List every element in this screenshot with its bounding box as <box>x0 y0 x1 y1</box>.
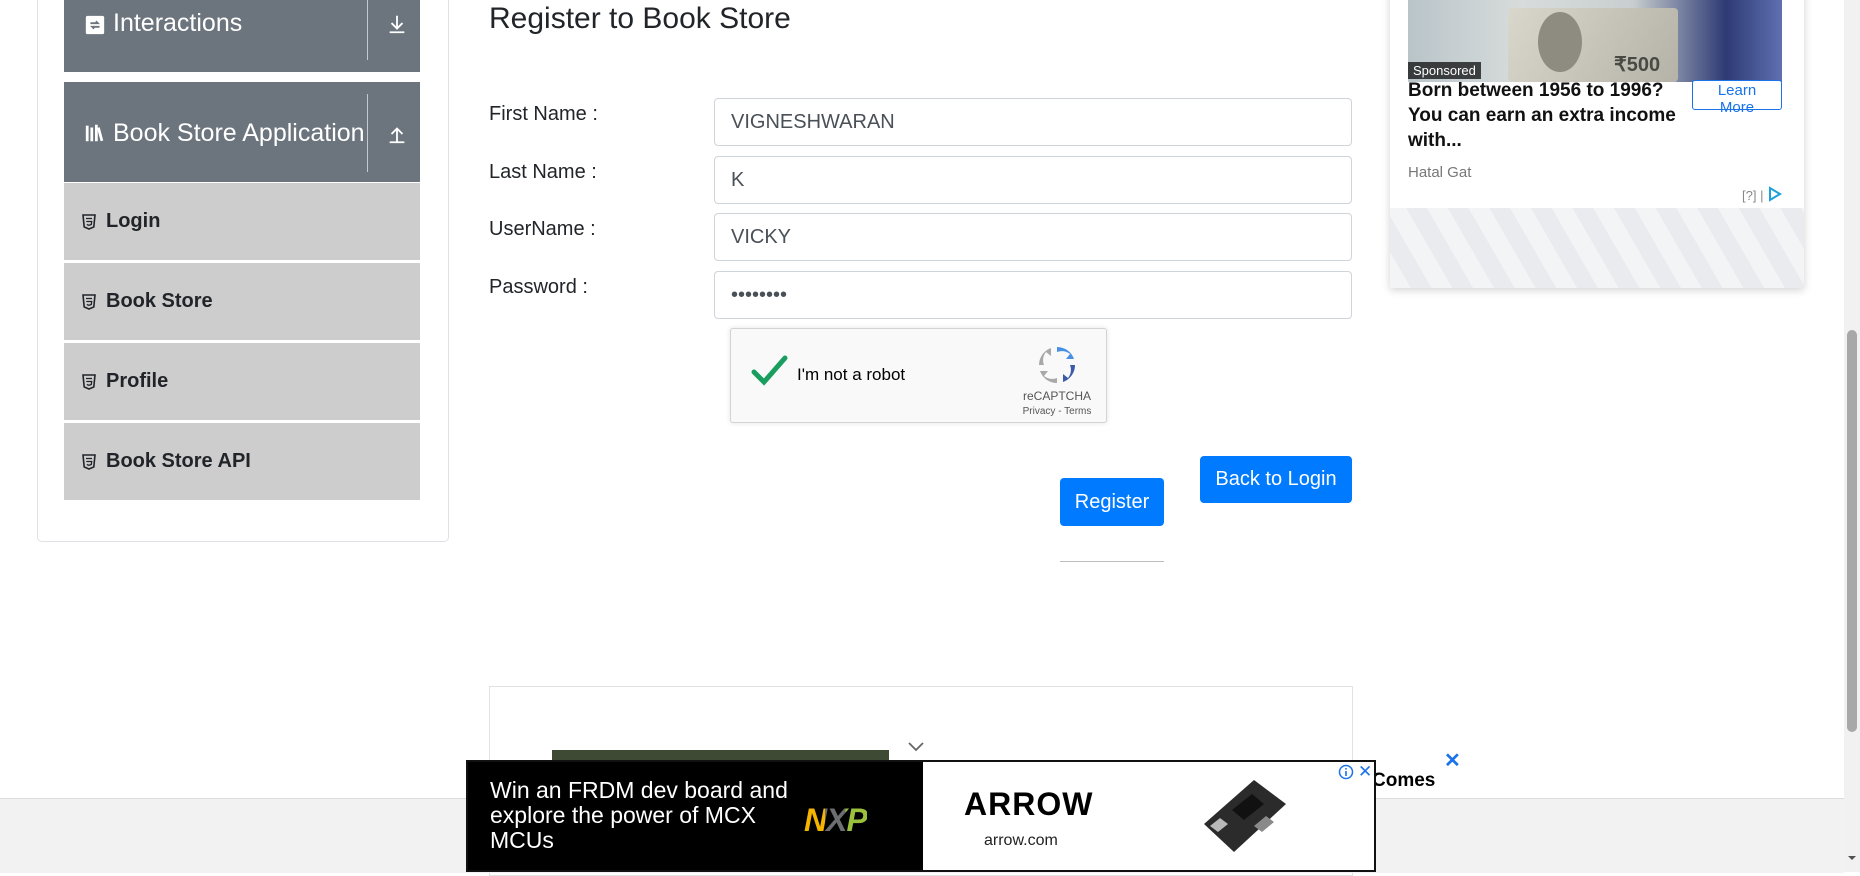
collapse-icon[interactable] <box>386 122 408 146</box>
arrow-logo: ARROW <box>964 786 1094 822</box>
scroll-down-arrow-icon[interactable] <box>1846 852 1858 864</box>
adchoices-icon[interactable] <box>1768 186 1782 202</box>
group-label: Book Store Application <box>113 119 365 147</box>
partial-ad-text: Comes <box>1372 770 1436 791</box>
close-icon[interactable]: ✕ <box>1358 762 1372 782</box>
username-input[interactable] <box>714 213 1352 261</box>
bottom-banner-ad[interactable]: Win an FRDM dev board and explore the po… <box>466 760 1376 872</box>
group-label: Interactions <box>113 9 243 37</box>
bookshelf-icon <box>85 124 104 142</box>
sidebar-item-label: Profile <box>106 370 169 392</box>
banknote-image: ₹500 <box>1508 8 1678 82</box>
register-button[interactable]: Register <box>1060 478 1164 526</box>
first-name-input[interactable] <box>714 98 1352 146</box>
ad-url[interactable]: arrow.com <box>984 832 1058 850</box>
sidebar-item-label: Book Store <box>106 290 213 312</box>
ad-background-pattern <box>1390 208 1804 288</box>
captcha-label: I'm not a robot <box>797 365 906 384</box>
scrollbar-thumb[interactable] <box>1847 330 1857 732</box>
side-advertisement[interactable]: ₹500 Sponsored Born between 1956 to 1996… <box>1390 0 1804 288</box>
dev-board-image <box>1204 780 1286 852</box>
group-book-store-application[interactable]: Book Store Application <box>64 82 420 182</box>
sponsored-badge: Sponsored <box>1408 62 1481 79</box>
password-input[interactable] <box>714 271 1352 319</box>
last-name-input[interactable] <box>714 156 1352 204</box>
recaptcha-logo-icon <box>1039 346 1075 384</box>
username-label: UserName : <box>489 218 596 240</box>
page-title: Register to Book Store <box>489 2 791 35</box>
ad-info-link[interactable]: [?] | <box>1742 188 1763 203</box>
learn-more-button[interactable]: Learn More <box>1692 80 1782 116</box>
sidebar-item-book-store-api[interactable]: Book Store API <box>64 422 420 500</box>
sidebar-item-label: Login <box>106 210 161 232</box>
close-ad-icon[interactable]: ✕ <box>1444 748 1461 773</box>
last-name-label: Last Name : <box>489 161 597 183</box>
sidebar-item-book-store[interactable]: Book Store <box>64 262 420 340</box>
ad-headline[interactable]: Born between 1956 to 1996? You can earn … <box>1408 78 1678 153</box>
banknote-text: ₹500 <box>1614 54 1661 76</box>
html5-icon <box>82 293 96 310</box>
divider <box>1060 561 1164 562</box>
divider <box>367 0 368 60</box>
chevron-down-icon[interactable] <box>907 741 925 753</box>
html5-icon <box>82 373 96 390</box>
ad-copy: Win an FRDM dev board and explore the po… <box>490 777 788 853</box>
recaptcha-brand: reCAPTCHA <box>1022 389 1091 403</box>
sidebar-item-label: Book Store API <box>106 450 251 472</box>
divider <box>367 94 368 172</box>
sidebar-item-login[interactable]: Login <box>64 182 420 260</box>
group-interactions[interactable]: Interactions <box>64 0 420 72</box>
checkmark-icon[interactable] <box>749 351 789 391</box>
password-label: Password : <box>489 276 588 298</box>
sidebar-item-profile[interactable]: Profile <box>64 342 420 420</box>
info-icon[interactable] <box>1338 764 1354 780</box>
html5-icon <box>82 453 96 470</box>
first-name-label: First Name : <box>489 103 598 125</box>
interactions-icon <box>85 15 105 35</box>
recaptcha-widget: I'm not a robot reCAPTCHA Privacy - Term… <box>730 328 1107 423</box>
back-to-login-button[interactable]: Back to Login <box>1200 456 1352 503</box>
nxp-logo: NXP <box>804 802 868 838</box>
expand-icon[interactable] <box>386 12 408 36</box>
ad-advertiser: Hatal Gat <box>1408 164 1472 181</box>
ad-left-panel: Win an FRDM dev board and explore the po… <box>468 762 923 870</box>
html5-icon <box>82 213 96 230</box>
recaptcha-links[interactable]: Privacy - Terms <box>1017 406 1097 417</box>
portrait-image <box>1538 12 1582 72</box>
